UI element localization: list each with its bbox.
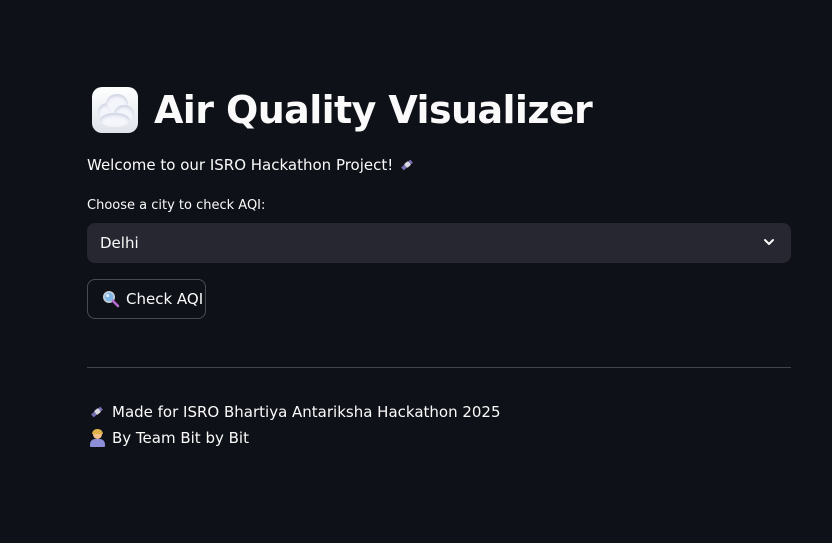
welcome-text: Welcome to our ISRO Hackathon Project!: [87, 156, 394, 174]
footer-team-text: By Team Bit by Bit: [112, 429, 249, 447]
satellite-icon: [89, 404, 106, 421]
satellite-icon: [399, 157, 415, 173]
footer-hackathon-text: Made for ISRO Bhartiya Antariksha Hackat…: [112, 403, 501, 421]
page-title: Air Quality Visualizer: [92, 82, 593, 138]
magnifier-icon: [103, 291, 120, 308]
footer-line-hackathon: Made for ISRO Bhartiya Antariksha Hackat…: [89, 403, 501, 421]
welcome-message: Welcome to our ISRO Hackathon Project!: [87, 156, 415, 174]
city-select-value: Delhi: [100, 234, 139, 252]
footer-line-team: By Team Bit by Bit: [89, 428, 249, 447]
divider: [87, 367, 791, 368]
technologist-icon: [89, 428, 106, 447]
city-select[interactable]: Delhi: [87, 223, 791, 263]
cloud-icon: [92, 87, 138, 133]
city-select-label: Choose a city to check AQI:: [87, 198, 266, 213]
chevron-down-icon[interactable]: [763, 236, 775, 248]
check-aqi-button[interactable]: Check AQI: [87, 279, 206, 319]
page-title-text: Air Quality Visualizer: [154, 88, 593, 132]
check-aqi-button-label: Check AQI: [126, 290, 204, 308]
